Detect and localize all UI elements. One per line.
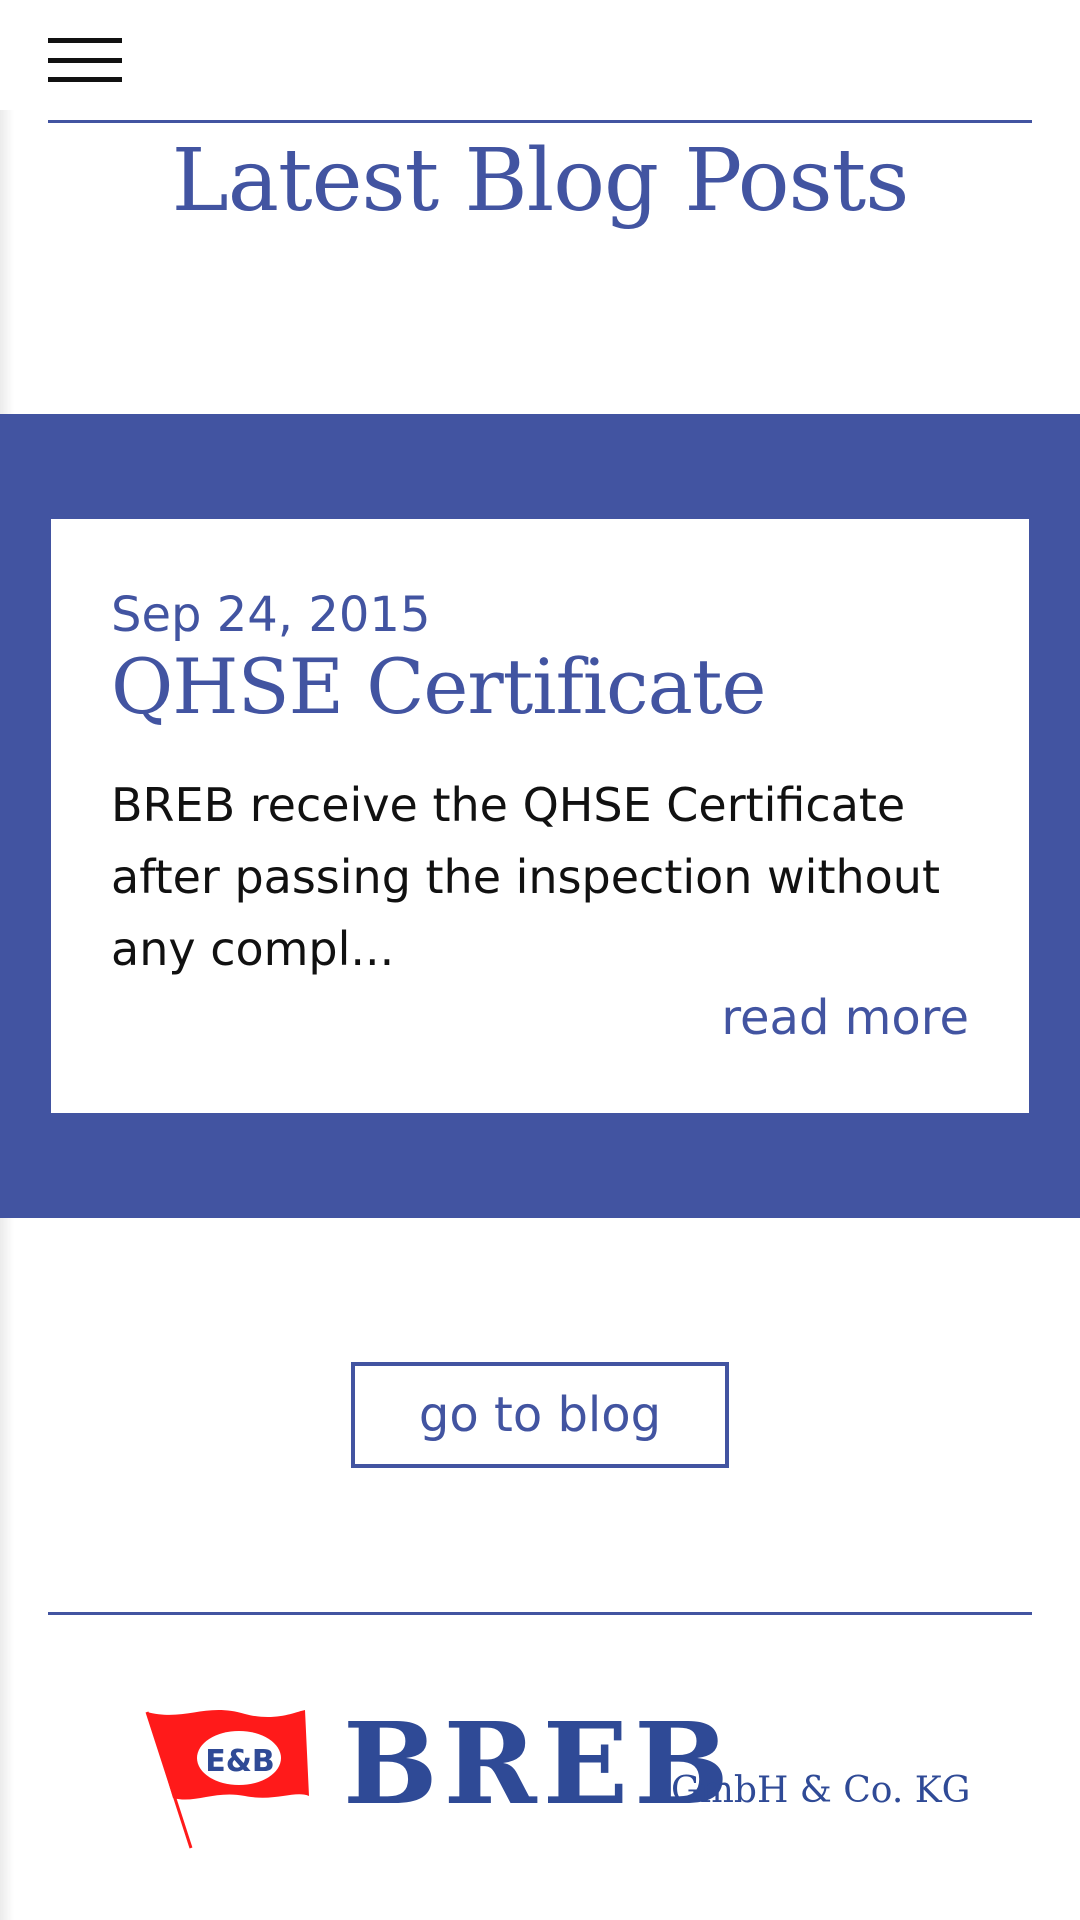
menu-bar xyxy=(48,77,122,82)
go-to-blog-button[interactable]: go to blog xyxy=(351,1362,729,1468)
footer-divider xyxy=(48,1612,1032,1615)
menu-bar xyxy=(48,38,122,43)
top-divider xyxy=(48,120,1032,123)
post-date: Sep 24, 2015 xyxy=(111,587,431,643)
brand-suffix: GmbH & Co. KG xyxy=(671,1770,971,1811)
read-more-link[interactable]: read more xyxy=(721,987,969,1049)
footer-logo[interactable]: E&B BREB GmbH & Co. KG xyxy=(145,1700,970,1850)
blog-post-card: Sep 24, 2015 QHSE Certificate BREB recei… xyxy=(51,519,1029,1113)
hamburger-menu-icon[interactable] xyxy=(48,38,124,86)
menu-bar xyxy=(48,58,122,63)
section-title: Latest Blog Posts xyxy=(171,131,910,231)
post-excerpt: BREB receive the QHSE Certificate after … xyxy=(111,778,940,976)
e-and-b-flag-logo-icon: E&B xyxy=(145,1710,309,1849)
post-title[interactable]: QHSE Certificate xyxy=(111,641,766,733)
flag-logo-text: E&B xyxy=(205,1744,275,1779)
